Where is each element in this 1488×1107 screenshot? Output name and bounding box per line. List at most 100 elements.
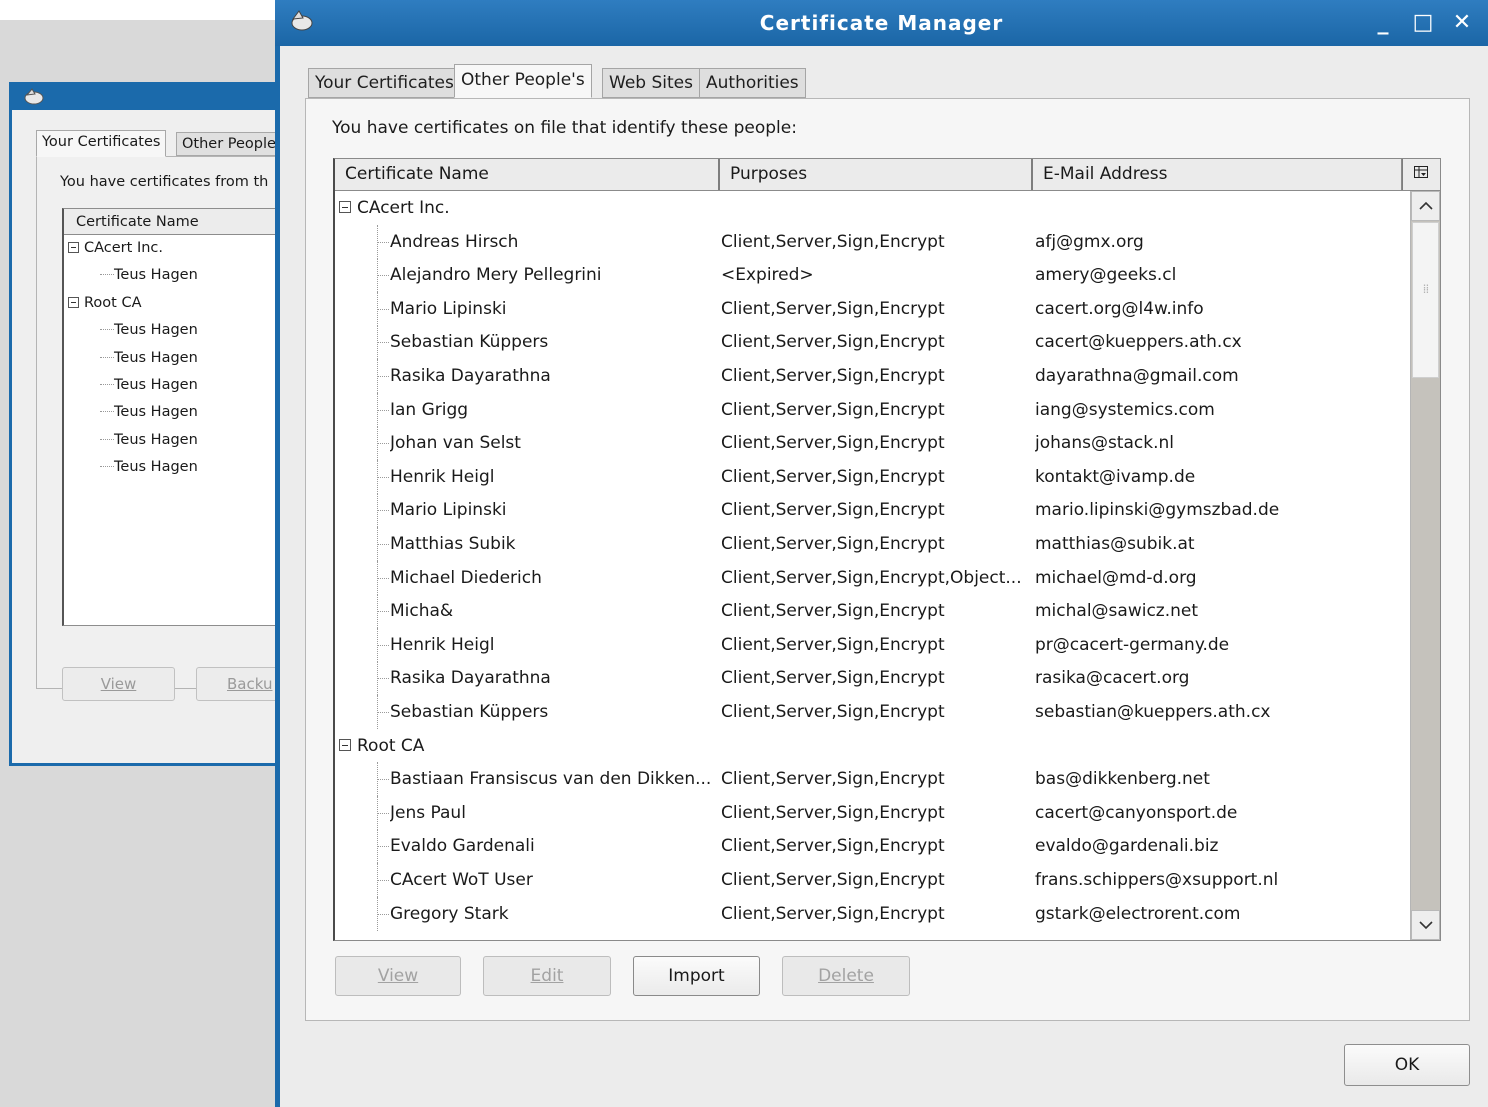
grip-icon: ⁞⁞: [1422, 282, 1430, 296]
table-row[interactable]: Mario Lipinski Client,Server,Sign,Encrypt…: [335, 291, 1410, 326]
tree-guide-line: [377, 762, 390, 797]
table-row[interactable]: Henrik Heigl Client,Server,Sign,Encrypt ko…: [335, 459, 1410, 494]
maximize-icon: □: [1412, 10, 1434, 35]
background-tree-item[interactable]: Teus Hagen: [68, 427, 198, 454]
collapse-icon[interactable]: [339, 738, 351, 751]
certificate-name: Henrik Heigl: [390, 466, 495, 487]
table-row[interactable]: Rasika Dayarathna Client,Server,Sign,Encr…: [335, 359, 1410, 393]
table-row[interactable]: Henrik Heigl Client,Server,Sign,Encrypt pr…: [335, 627, 1410, 662]
table-row[interactable]: Alejandro Mery Pellegrini <Expired> amery@…: [335, 258, 1410, 293]
background-tree-item[interactable]: Teus Hagen: [68, 399, 198, 426]
table-row[interactable]: Bastiaan Fransiscus van den Dikken... Cli…: [335, 762, 1410, 797]
table-row[interactable]: Rasika Dayarathna Client,Server,Sign,Encr…: [335, 661, 1410, 696]
certificate-purposes: Client,Server,Sign,Encrypt: [721, 634, 945, 655]
table-row[interactable]: Matthias Subik Client,Server,Sign,Encrypt…: [335, 527, 1410, 561]
table-row[interactable]: Sebastian Küppers Client,Server,Sign,Encr…: [335, 695, 1410, 729]
table-row[interactable]: Johan van Selst Client,Server,Sign,Encryp…: [335, 426, 1410, 461]
tab-authorities[interactable]: Authorities: [699, 68, 806, 98]
column-header-email[interactable]: E-Mail Address: [1033, 159, 1403, 190]
table-row[interactable]: Mario Lipinski Client,Server,Sign,Encrypt…: [335, 493, 1410, 528]
certificate-purposes: Client,Server,Sign,Encrypt,Object...: [721, 567, 1022, 588]
tree-guide-line: [377, 661, 390, 696]
background-tab-other-people[interactable]: Other People: [176, 132, 282, 156]
view-button[interactable]: View: [335, 956, 461, 996]
column-header-certificate-name[interactable]: Certificate Name: [335, 159, 720, 190]
tree-guide-line: [377, 359, 390, 393]
background-tree-item[interactable]: Teus Hagen: [68, 345, 198, 372]
table-row[interactable]: Jens Paul Client,Server,Sign,Encrypt cacer…: [335, 795, 1410, 830]
tree-guide-line: [100, 384, 114, 385]
certificate-email: frans.schippers@xsupport.nl: [1035, 870, 1279, 890]
background-description: You have certificates from th: [60, 174, 269, 190]
certificate-name: Rasika Dayarathna: [390, 366, 551, 386]
tree-guide-line: [377, 258, 390, 293]
maximize-button[interactable]: □: [1408, 7, 1438, 39]
table-row[interactable]: Ian Grigg Client,Server,Sign,Encrypt iang@…: [335, 392, 1410, 427]
chevron-up-icon: [1418, 201, 1433, 210]
tree-guide-line: [377, 627, 390, 662]
certificate-purposes: Client,Server,Sign,Encrypt: [721, 702, 945, 722]
delete-button-label: Delete: [818, 966, 874, 986]
titlebar[interactable]: Certificate Manager _ □ ✕: [275, 0, 1488, 46]
ok-button[interactable]: OK: [1344, 1044, 1470, 1086]
edit-button[interactable]: Edit: [483, 956, 611, 996]
background-tree-item[interactable]: Teus Hagen: [68, 372, 198, 399]
background-window-body: Your Certificates Other People You have …: [12, 110, 336, 763]
collapse-icon[interactable]: [68, 242, 79, 253]
certificate-email: bas@dikkenberg.net: [1035, 769, 1210, 790]
column-picker-button[interactable]: [1401, 159, 1440, 190]
tree-guide-line: [377, 863, 390, 897]
tree-group[interactable]: Root CA: [335, 729, 1410, 763]
certificate-email: michal@sawicz.net: [1035, 601, 1199, 622]
scroll-thumb[interactable]: ⁞⁞: [1412, 222, 1439, 378]
table-row[interactable]: Micha& Client,Server,Sign,Encrypt michal@s…: [335, 594, 1410, 629]
certificate-purposes: Client,Server,Sign,Encrypt: [721, 231, 945, 252]
scroll-down-button[interactable]: [1411, 910, 1440, 940]
background-tree-group[interactable]: CAcert Inc.: [68, 235, 163, 262]
background-tree-item[interactable]: Teus Hagen: [68, 454, 198, 481]
table-row[interactable]: Sebastian Küppers Client,Server,Sign,Encr…: [335, 325, 1410, 360]
background-window[interactable]: Your Certificates Other People You have …: [9, 82, 336, 766]
column-picker-icon: [1413, 165, 1429, 184]
certificate-name: CAcert WoT User: [390, 870, 533, 890]
background-tab-your-certificates[interactable]: Your Certificates: [36, 130, 167, 157]
table-row[interactable]: CAcert WoT User Client,Server,Sign,Encryp…: [335, 863, 1410, 897]
certificate-email: evaldo@gardenali.biz: [1035, 836, 1219, 857]
vertical-scrollbar[interactable]: ⁞⁞: [1410, 191, 1440, 940]
tree-guide-line: [100, 356, 114, 358]
background-group-label: Root CA: [84, 294, 142, 311]
certificate-email: iang@systemics.com: [1035, 399, 1215, 420]
tab-your-certificates[interactable]: Your Certificates: [308, 68, 461, 98]
delete-button[interactable]: Delete: [782, 956, 910, 996]
tab-web-sites[interactable]: Web Sites: [602, 68, 700, 98]
tree-guide-line: [100, 438, 114, 440]
import-button[interactable]: Import: [633, 956, 760, 996]
certificate-manager-window[interactable]: Certificate Manager _ □ ✕ Your Certifica…: [275, 0, 1488, 1107]
certificate-email: afj@gmx.org: [1035, 231, 1144, 252]
table-row[interactable]: Evaldo Gardenali Client,Server,Sign,Encry…: [335, 829, 1410, 864]
certificate-tree[interactable]: Certificate Name Purposes E-Mail Address…: [333, 158, 1441, 941]
certificate-email: matthias@subik.at: [1035, 534, 1195, 554]
background-view-button[interactable]: View: [62, 667, 175, 701]
background-tree-item[interactable]: Teus Hagen: [68, 317, 198, 344]
collapse-icon[interactable]: [339, 201, 351, 213]
background-tree-group[interactable]: Root CA: [68, 290, 142, 317]
table-row[interactable]: Andreas Hirsch Client,Server,Sign,Encrypt…: [335, 224, 1410, 259]
tree-guide-line: [100, 411, 114, 413]
minimize-button[interactable]: _: [1368, 7, 1398, 39]
table-row[interactable]: Michael Diederich Client,Server,Sign,Encr…: [335, 560, 1410, 595]
certificate-purposes: Client,Server,Sign,Encrypt: [721, 836, 945, 857]
certificate-purposes: Client,Server,Sign,Encrypt: [721, 903, 945, 924]
tab-other-peoples[interactable]: Other People's: [454, 64, 592, 98]
scroll-up-button[interactable]: [1411, 191, 1440, 221]
background-window-titlebar[interactable]: [9, 82, 299, 110]
table-row[interactable]: Gregory Stark Client,Server,Sign,Encrypt g…: [335, 896, 1410, 931]
background-view-label: View: [100, 675, 137, 693]
certificate-name: Alejandro Mery Pellegrini: [390, 265, 602, 286]
close-button[interactable]: ✕: [1447, 7, 1477, 39]
column-header-purposes[interactable]: Purposes: [720, 159, 1033, 190]
tree-group[interactable]: CAcert Inc.: [335, 191, 1410, 225]
background-tree-item[interactable]: Teus Hagen: [68, 262, 198, 289]
collapse-icon[interactable]: [68, 296, 79, 308]
group-label: CAcert Inc.: [357, 198, 450, 218]
